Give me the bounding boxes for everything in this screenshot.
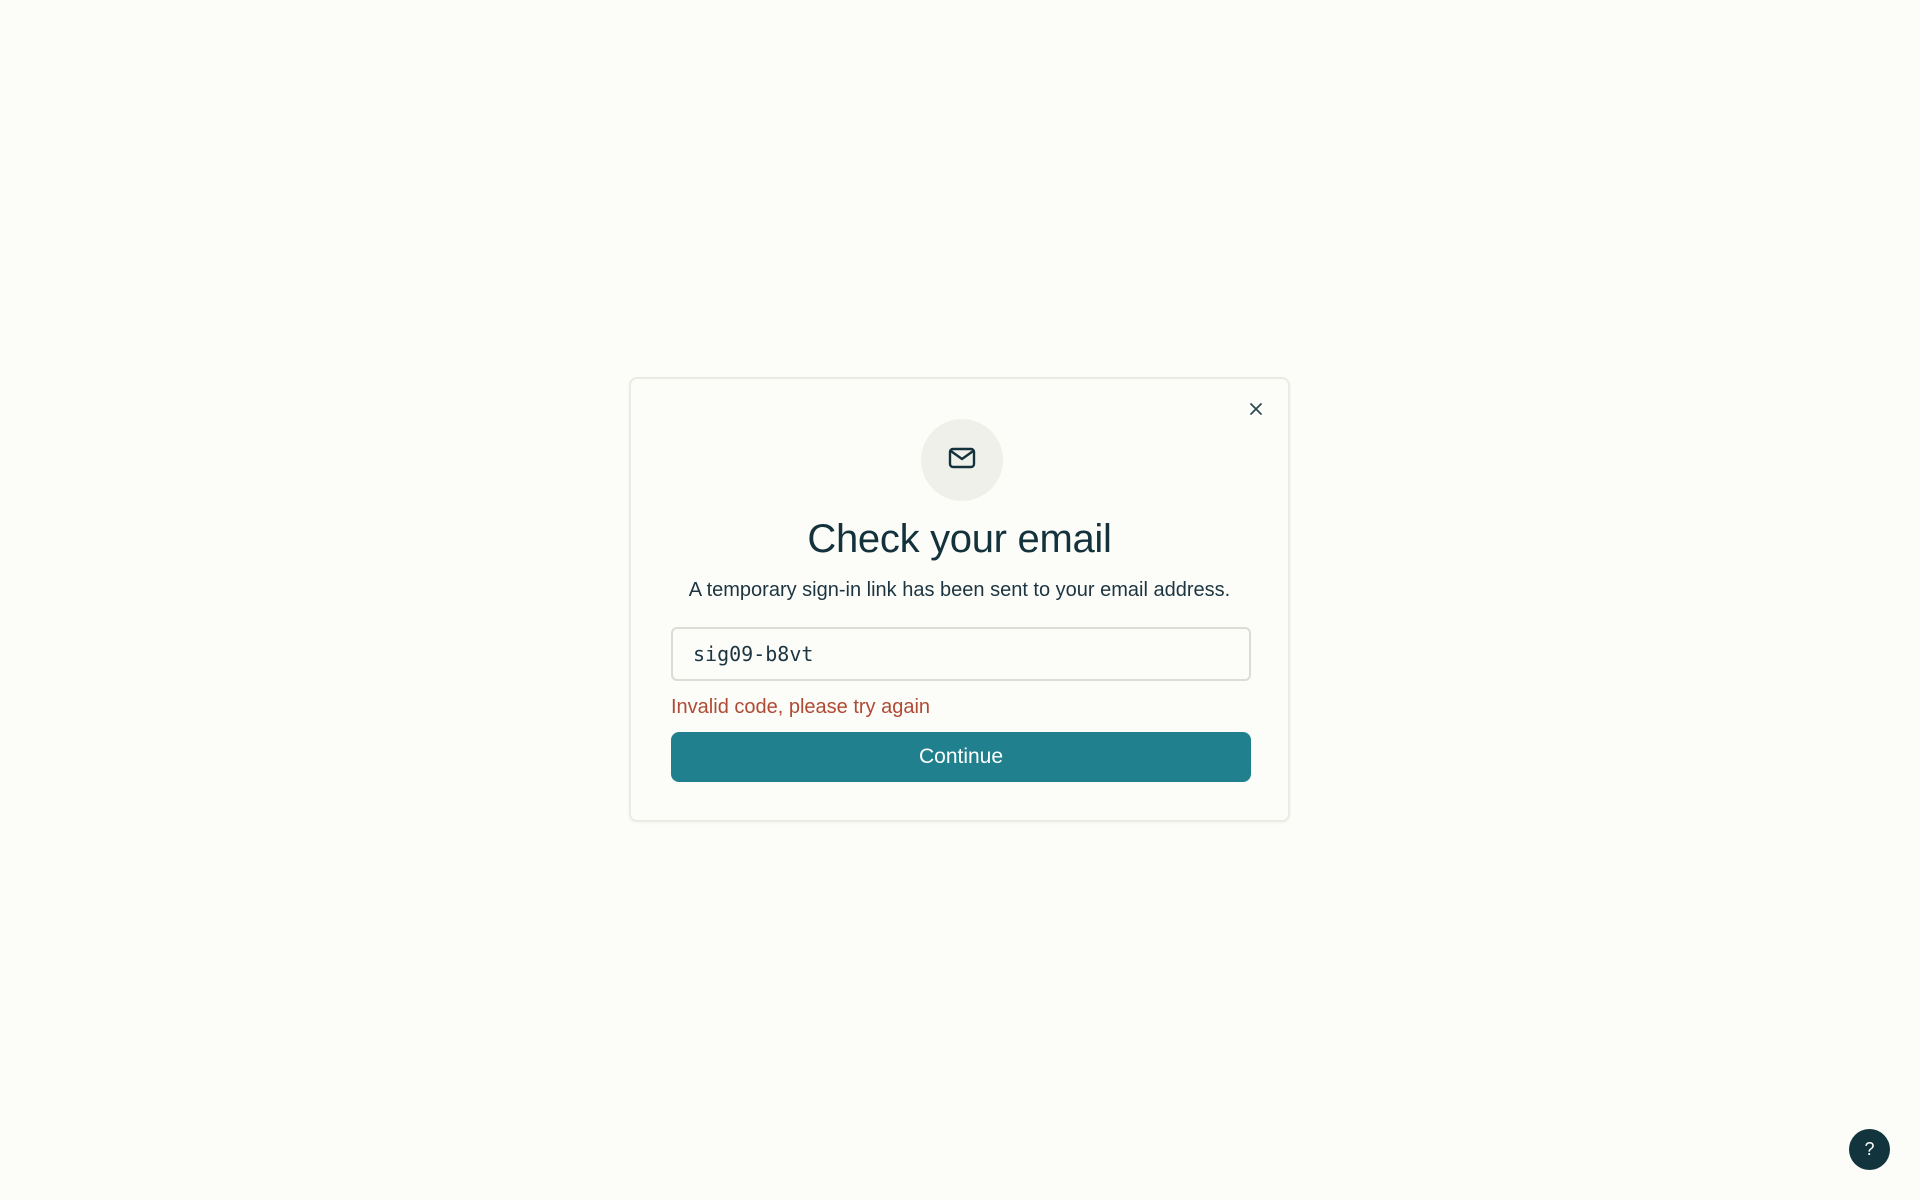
check-email-dialog: Check your email A temporary sign-in lin… — [629, 377, 1290, 822]
help-button[interactable]: ? — [1849, 1129, 1890, 1170]
continue-button[interactable]: Continue — [671, 732, 1251, 782]
dialog-description: A temporary sign-in link has been sent t… — [688, 579, 1231, 601]
mail-icon — [948, 447, 976, 474]
error-message: Invalid code, please try again — [671, 696, 931, 718]
dialog-title: Check your email — [807, 517, 1112, 561]
verification-code-input[interactable] — [671, 627, 1251, 681]
help-button-label: ? — [1864, 1139, 1875, 1159]
close-icon — [1249, 402, 1263, 421]
page: Check your email A temporary sign-in lin… — [0, 0, 1920, 1200]
mail-icon-badge — [921, 419, 1003, 501]
close-button[interactable] — [1242, 397, 1270, 425]
